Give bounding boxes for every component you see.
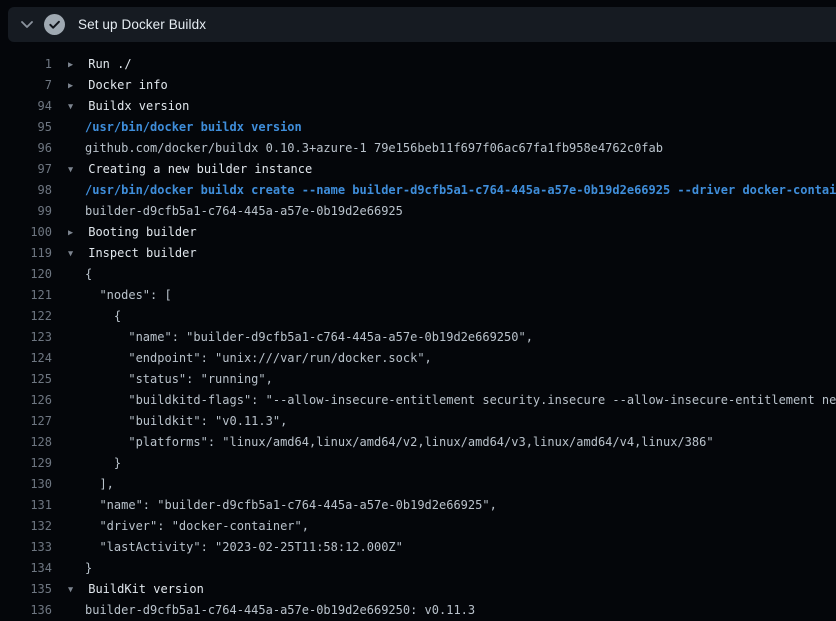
log-group-row[interactable]: 119 ▼ Inspect builder — [0, 243, 836, 264]
log-line: 126 "buildkitd-flags": "--allow-insecure… — [0, 390, 836, 411]
group-title: Buildx version — [81, 99, 189, 113]
line-number[interactable]: 120 — [0, 264, 52, 285]
log-line: 134} — [0, 558, 836, 579]
log-line: 95/usr/bin/docker buildx version — [0, 117, 836, 138]
log-group-row[interactable]: 135 ▼ BuildKit version — [0, 579, 836, 600]
log-line: 130 ], — [0, 474, 836, 495]
output-text: "name": "builder-d9cfb5a1-c764-445a-a57e… — [68, 495, 497, 516]
group-title: Docker info — [81, 78, 168, 92]
step-title: Set up Docker Buildx — [78, 17, 206, 32]
log-group-row[interactable]: 94 ▼ Buildx version — [0, 96, 836, 117]
group-title: Creating a new builder instance — [81, 162, 312, 176]
output-text: "driver": "docker-container", — [68, 516, 309, 537]
output-text: "nodes": [ — [68, 285, 172, 306]
line-number[interactable]: 135 — [0, 579, 52, 600]
log-line: 131 "name": "builder-d9cfb5a1-c764-445a-… — [0, 495, 836, 516]
line-number[interactable]: 124 — [0, 348, 52, 369]
log-line: 99 builder-d9cfb5a1-c764-445a-a57e-0b19d2… — [0, 201, 836, 222]
log-line: 124 "endpoint": "unix:///var/run/docker.… — [0, 348, 836, 369]
log-group-row[interactable]: 97 ▼ Creating a new builder instance — [0, 159, 836, 180]
log-line: 133 "lastActivity": "2023-02-25T11:58:12… — [0, 537, 836, 558]
group-expanded-icon[interactable]: ▼ — [68, 580, 81, 600]
group-expanded-icon[interactable]: ▼ — [68, 160, 81, 180]
line-number[interactable]: 95 — [0, 117, 52, 138]
line-number[interactable]: 123 — [0, 327, 52, 348]
actions-log-viewer: Set up Docker Buildx 1 ▶ Run ./ 7 ▶ Docker … — [0, 7, 836, 621]
group-title: BuildKit version — [81, 582, 204, 596]
output-text: } — [68, 558, 92, 579]
line-number[interactable]: 126 — [0, 390, 52, 411]
log-line: 122 { — [0, 306, 836, 327]
line-number[interactable]: 7 — [0, 75, 52, 96]
line-number[interactable]: 1 — [0, 54, 52, 75]
output-text: "lastActivity": "2023-02-25T11:58:12.000… — [68, 537, 403, 558]
line-number[interactable]: 130 — [0, 474, 52, 495]
output-text: "status": "running", — [68, 369, 273, 390]
group-collapsed-icon[interactable]: ▶ — [68, 223, 81, 243]
step-header[interactable]: Set up Docker Buildx — [8, 7, 836, 42]
line-number[interactable]: 134 — [0, 558, 52, 579]
log-line: 132 "driver": "docker-container", — [0, 516, 836, 537]
line-number[interactable]: 99 — [0, 201, 52, 222]
output-text: } — [68, 453, 121, 474]
log-line: 120 { — [0, 264, 836, 285]
group-expanded-icon[interactable]: ▼ — [68, 97, 81, 117]
line-number[interactable]: 128 — [0, 432, 52, 453]
line-number[interactable]: 127 — [0, 411, 52, 432]
group-title: Booting builder — [81, 225, 197, 239]
line-number[interactable]: 121 — [0, 285, 52, 306]
log-line: 121 "nodes": [ — [0, 285, 836, 306]
output-text: { — [68, 306, 121, 327]
line-number[interactable]: 122 — [0, 306, 52, 327]
line-number[interactable]: 98 — [0, 180, 52, 201]
output-text: ], — [68, 474, 114, 495]
check-circle-icon — [44, 14, 65, 35]
command-text: /usr/bin/docker buildx create --name bui… — [68, 180, 836, 201]
output-text: "endpoint": "unix:///var/run/docker.sock… — [68, 348, 432, 369]
chevron-down-icon[interactable] — [16, 14, 38, 36]
line-number[interactable]: 125 — [0, 369, 52, 390]
log-group-row[interactable]: 1 ▶ Run ./ — [0, 54, 836, 75]
log-line: 129 } — [0, 453, 836, 474]
log-line: 98/usr/bin/docker buildx create --name b… — [0, 180, 836, 201]
line-number[interactable]: 136 — [0, 600, 52, 621]
line-number[interactable]: 119 — [0, 243, 52, 264]
line-number[interactable]: 132 — [0, 516, 52, 537]
group-collapsed-icon[interactable]: ▶ — [68, 55, 81, 75]
line-number[interactable]: 131 — [0, 495, 52, 516]
output-text: "platforms": "linux/amd64,linux/amd64/v2… — [68, 432, 714, 453]
output-text: "buildkitd-flags": "--allow-insecure-ent… — [68, 390, 836, 411]
line-number[interactable]: 133 — [0, 537, 52, 558]
log-line: 128 "platforms": "linux/amd64,linux/amd6… — [0, 432, 836, 453]
output-text: github.com/docker/buildx 0.10.3+azure-1 … — [68, 138, 663, 159]
group-title: Inspect builder — [81, 246, 197, 260]
output-text: builder-d9cfb5a1-c764-445a-a57e-0b19d2e6… — [68, 201, 403, 222]
output-text: "name": "builder-d9cfb5a1-c764-445a-a57e… — [68, 327, 533, 348]
group-collapsed-icon[interactable]: ▶ — [68, 76, 81, 96]
group-title: Run ./ — [81, 57, 132, 71]
log-group-row[interactable]: 100 ▶ Booting builder — [0, 222, 836, 243]
log-area: 1 ▶ Run ./ 7 ▶ Docker info 94 ▼ Buildx versio… — [0, 42, 836, 621]
log-group-row[interactable]: 7 ▶ Docker info — [0, 75, 836, 96]
command-text: /usr/bin/docker buildx version — [68, 117, 302, 138]
output-text: builder-d9cfb5a1-c764-445a-a57e-0b19d2e6… — [68, 600, 475, 621]
group-expanded-icon[interactable]: ▼ — [68, 244, 81, 264]
log-line: 123 "name": "builder-d9cfb5a1-c764-445a-… — [0, 327, 836, 348]
log-line: 136 builder-d9cfb5a1-c764-445a-a57e-0b19d… — [0, 600, 836, 621]
line-number[interactable]: 129 — [0, 453, 52, 474]
output-text: { — [68, 264, 92, 285]
line-number[interactable]: 100 — [0, 222, 52, 243]
log-line: 96 github.com/docker/buildx 0.10.3+azure-… — [0, 138, 836, 159]
line-number[interactable]: 94 — [0, 96, 52, 117]
line-number[interactable]: 97 — [0, 159, 52, 180]
output-text: "buildkit": "v0.11.3", — [68, 411, 287, 432]
line-number[interactable]: 96 — [0, 138, 52, 159]
log-line: 125 "status": "running", — [0, 369, 836, 390]
log-line: 127 "buildkit": "v0.11.3", — [0, 411, 836, 432]
